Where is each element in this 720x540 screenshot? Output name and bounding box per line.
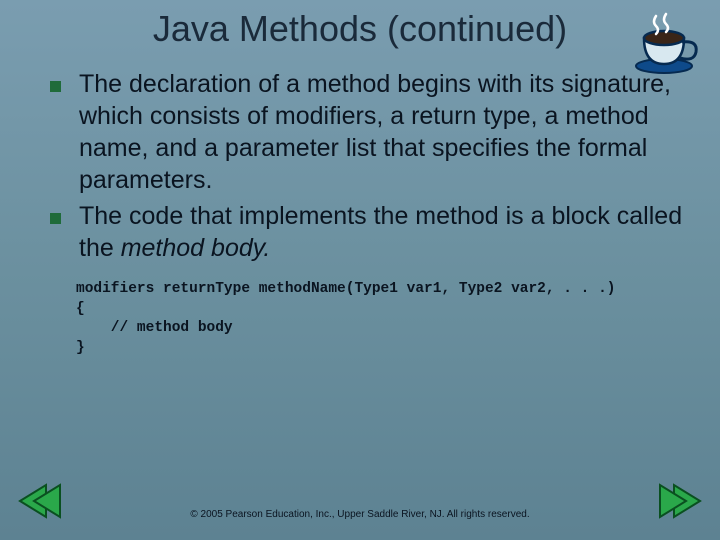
copyright-footer: © 2005 Pearson Education, Inc., Upper Sa… bbox=[0, 509, 720, 520]
coffee-cup-icon bbox=[630, 10, 702, 83]
bullet-text: The code that implements the method is a… bbox=[79, 200, 690, 264]
content-area: The declaration of a method begins with … bbox=[0, 50, 720, 358]
prev-button[interactable] bbox=[18, 481, 62, 526]
page-title: Java Methods (continued) bbox=[0, 0, 720, 50]
bullet-icon bbox=[50, 213, 61, 224]
code-block: modifiers returnType methodName(Type1 va… bbox=[50, 268, 690, 358]
bullet-item: The code that implements the method is a… bbox=[50, 200, 690, 264]
bullet-item: The declaration of a method begins with … bbox=[50, 68, 690, 196]
bullet-text: The declaration of a method begins with … bbox=[79, 68, 690, 196]
bullet-icon bbox=[50, 81, 61, 92]
next-button[interactable] bbox=[658, 481, 702, 526]
